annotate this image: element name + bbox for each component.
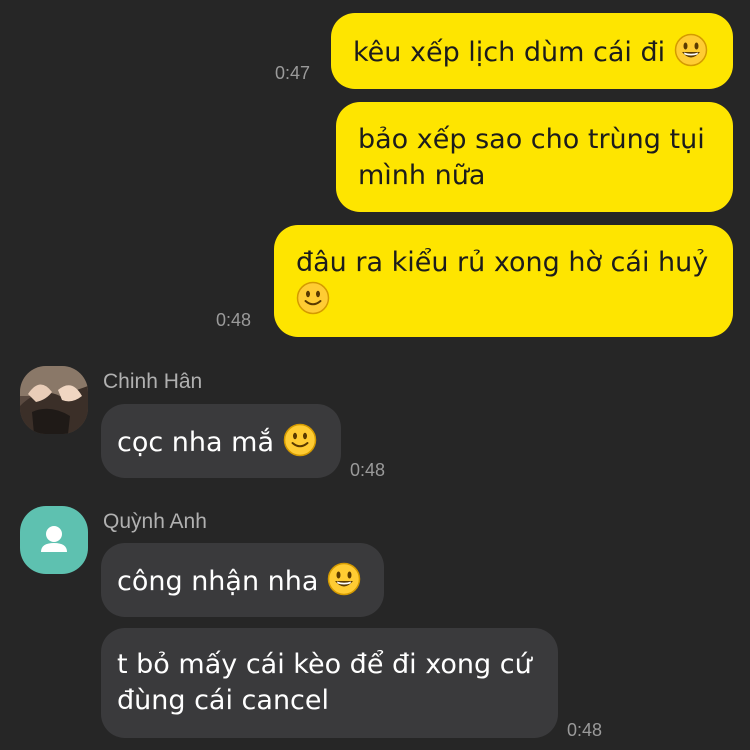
message-text-line: bảo xếp sao cho trùng tụi <box>358 124 705 155</box>
message-bubble-outgoing[interactable]: kêu xếp lịch dùm cái đi <box>331 13 733 89</box>
message-bubble-outgoing[interactable]: bảo xếp sao cho trùng tụi mình nữa <box>336 102 733 212</box>
message-text: công nhận nha <box>117 566 319 597</box>
message-text-line: mình nữa <box>358 160 486 191</box>
slightly-smiling-face-icon <box>283 423 317 457</box>
message-text: kêu xếp lịch dùm cái đi <box>353 37 666 68</box>
sender-name: Quỳnh Anh <box>103 510 207 533</box>
avatar[interactable] <box>20 506 88 574</box>
message-text: đâu ra kiểu rủ xong hờ cái huỷ <box>296 247 709 278</box>
message-timestamp: 0:48 <box>350 460 386 480</box>
message-bubble-outgoing[interactable]: đâu ra kiểu rủ xong hờ cái huỷ <box>274 225 733 337</box>
sender-name: Chinh Hân <box>103 370 203 393</box>
message-timestamp: 0:48 <box>216 310 252 330</box>
message-text-line: t bỏ mấy cái kèo để đi xong cứ <box>117 649 532 680</box>
grinning-face-icon <box>674 33 708 67</box>
photo-avatar-icon <box>20 366 88 434</box>
message-bubble-incoming[interactable]: công nhận nha <box>101 543 384 617</box>
message-timestamp: 0:47 <box>275 63 311 83</box>
message-timestamp: 0:48 <box>567 720 603 740</box>
default-person-icon <box>41 526 67 552</box>
slightly-smiling-face-icon <box>296 281 330 315</box>
avatar[interactable] <box>20 366 88 434</box>
message-text: cọc nha mắ <box>117 427 274 458</box>
message-bubble-incoming[interactable]: cọc nha mắ <box>101 404 341 478</box>
message-text-line: đùng cái cancel <box>117 685 330 716</box>
grinning-face-icon <box>327 562 361 596</box>
message-bubble-incoming[interactable]: t bỏ mấy cái kèo để đi xong cứ đùng cái … <box>101 628 558 738</box>
